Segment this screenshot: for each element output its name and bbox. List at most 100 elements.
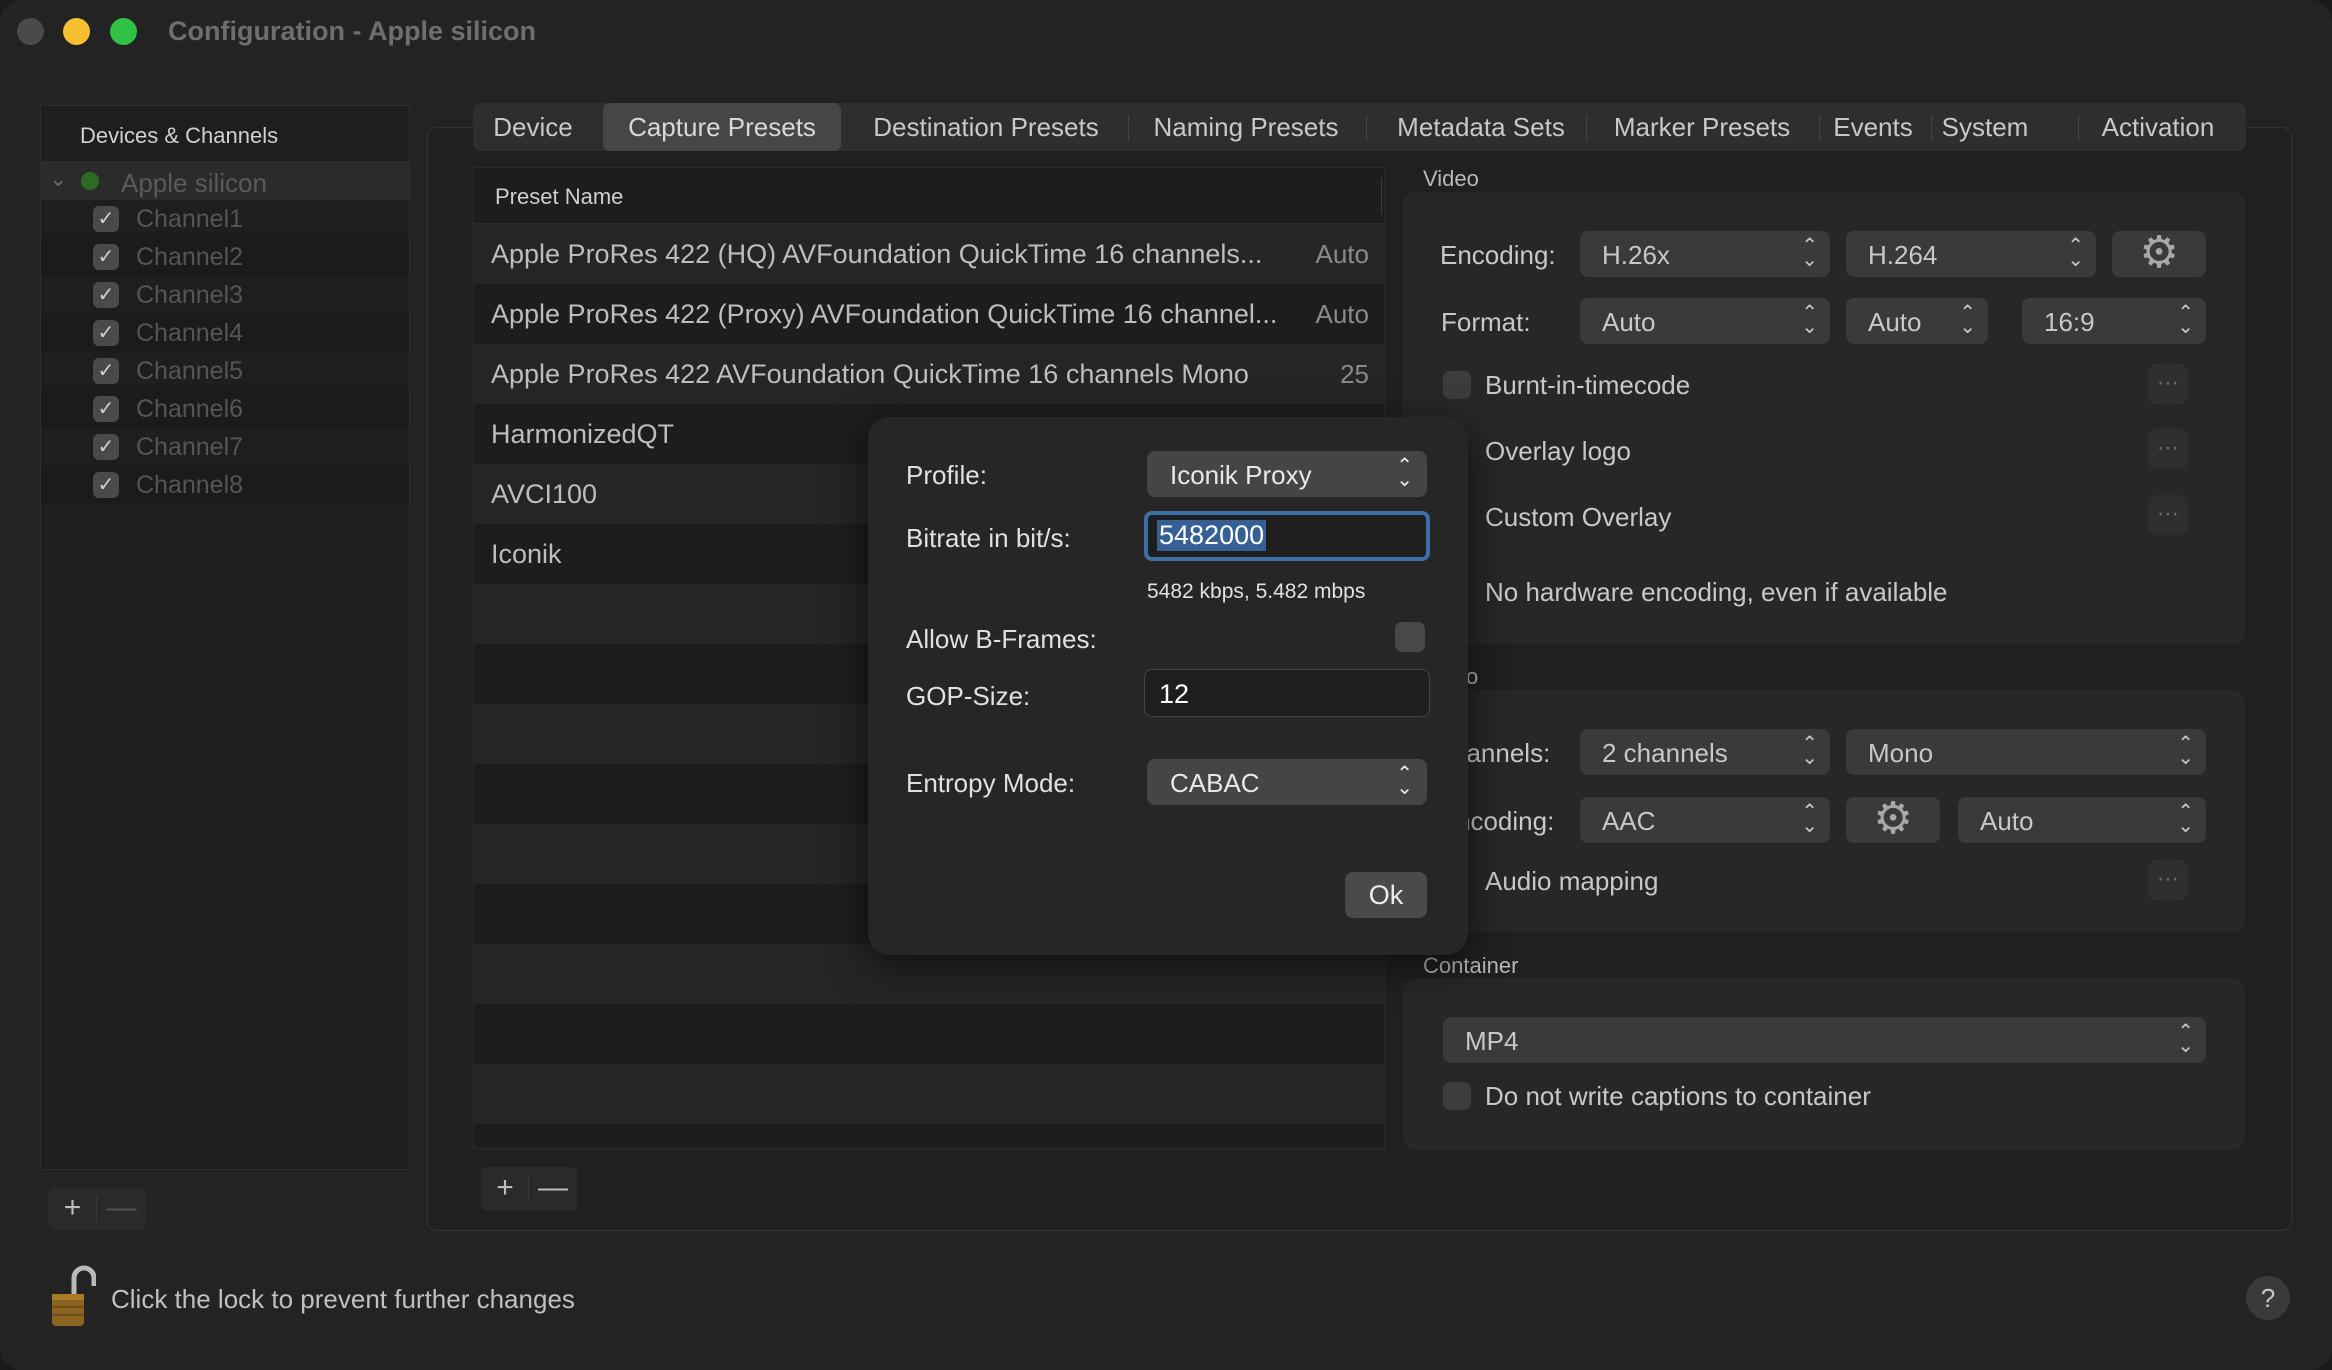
tab-events[interactable]: Events xyxy=(1823,103,1923,151)
divider xyxy=(1366,115,1367,141)
preset-name: Apple ProRes 422 (Proxy) AVFoundation Qu… xyxy=(491,299,1278,329)
more-options-icon[interactable]: ⋯ xyxy=(2148,860,2188,900)
channel-checkbox[interactable]: ✓ xyxy=(93,282,119,308)
preset-value: Auto xyxy=(1315,299,1370,329)
no-captions-label: Do not write captions to container xyxy=(1485,1081,1871,1111)
table-row[interactable]: Apple ProRes 422 (Proxy) AVFoundation Qu… xyxy=(474,284,1386,344)
audio-channel-mode-popup[interactable]: Mono ⌃ ⌄ xyxy=(1846,729,2206,775)
popup-value: Iconik Proxy xyxy=(1170,460,1312,490)
audio-encoding-label: ncoding: xyxy=(1456,806,1555,836)
custom-overlay-label: Custom Overlay xyxy=(1485,502,1672,532)
minimize-window-button[interactable] xyxy=(63,18,90,45)
gear-icon[interactable]: ⚙ xyxy=(1846,797,1940,843)
help-button[interactable]: ? xyxy=(2246,1276,2290,1320)
popup-arrows-icon: ⌃ ⌄ xyxy=(1801,733,1818,769)
entropy-mode-popup[interactable]: CABAC ⌃ ⌄ xyxy=(1147,759,1427,805)
gear-icon[interactable]: ⚙ xyxy=(2112,231,2206,277)
popup-arrows-icon: ⌃ ⌄ xyxy=(2177,1021,2194,1057)
device-status-dot-icon xyxy=(81,172,99,190)
video-format-popup-1[interactable]: Auto ⌃ ⌄ xyxy=(1580,298,1830,344)
popup-value: CABAC xyxy=(1170,768,1260,798)
entropy-mode-label: Entropy Mode: xyxy=(906,768,1076,798)
sidebar-device-row[interactable]: ⌄ Apple silicon xyxy=(41,162,409,200)
device-label: Apple silicon xyxy=(121,168,267,198)
add-preset-button[interactable]: + xyxy=(481,1167,529,1211)
bitrate-hint: 5482 kbps, 5.482 mbps xyxy=(1147,580,1366,603)
burnt-in-timecode-checkbox[interactable] xyxy=(1443,371,1471,399)
more-options-icon[interactable]: ⋯ xyxy=(2148,364,2188,404)
divider xyxy=(2078,115,2079,141)
sidebar-channel-row[interactable]: ✓ Channel6 xyxy=(41,390,409,428)
popup-value: MP4 xyxy=(1465,1026,1519,1056)
tab-device[interactable]: Device xyxy=(473,103,593,151)
ok-button[interactable]: Ok xyxy=(1345,872,1427,918)
container-format-popup[interactable]: MP4 ⌃ ⌄ xyxy=(1443,1017,2206,1063)
chevron-down-icon[interactable]: ⌄ xyxy=(49,166,67,192)
remove-preset-button[interactable]: — xyxy=(529,1167,577,1211)
more-options-icon[interactable]: ⋯ xyxy=(2148,429,2188,469)
channel-checkbox[interactable]: ✓ xyxy=(93,244,119,270)
channel-checkbox[interactable]: ✓ xyxy=(93,396,119,422)
no-captions-checkbox[interactable] xyxy=(1443,1082,1471,1110)
profile-popup[interactable]: Iconik Proxy ⌃ ⌄ xyxy=(1147,451,1427,497)
popup-value: AAC xyxy=(1602,806,1656,836)
audio-encoding-popup[interactable]: AAC ⌃ ⌄ xyxy=(1580,797,1830,843)
add-device-button[interactable]: + xyxy=(48,1188,97,1230)
channel-checkbox[interactable]: ✓ xyxy=(93,320,119,346)
video-aspect-popup[interactable]: 16:9 ⌃ ⌄ xyxy=(2022,298,2206,344)
divider xyxy=(1128,115,1129,141)
remove-device-button[interactable]: — xyxy=(97,1188,146,1230)
sidebar-channel-row[interactable]: ✓ Channel8 xyxy=(41,466,409,504)
zoom-window-button[interactable] xyxy=(110,18,137,45)
tab-capture-presets[interactable]: Capture Presets xyxy=(603,103,841,151)
popup-arrows-icon: ⌃ ⌄ xyxy=(2177,733,2194,769)
sidebar-channel-row[interactable]: ✓ Channel7 xyxy=(41,428,409,466)
table-row[interactable]: Apple ProRes 422 (HQ) AVFoundation Quick… xyxy=(474,224,1386,284)
video-format-label: Format: xyxy=(1441,307,1531,337)
popup-value: Auto xyxy=(1602,307,1656,337)
channel-checkbox[interactable]: ✓ xyxy=(93,434,119,460)
close-window-button[interactable] xyxy=(17,18,44,45)
tab-system[interactable]: System xyxy=(1935,103,2035,151)
column-header-preset-name[interactable]: Preset Name xyxy=(495,184,623,210)
tab-metadata-sets[interactable]: Metadata Sets xyxy=(1371,103,1591,151)
bframes-checkbox[interactable] xyxy=(1395,622,1425,652)
sidebar-channel-row[interactable]: ✓ Channel2 xyxy=(41,238,409,276)
sidebar-channel-row[interactable]: ✓ Channel5 xyxy=(41,352,409,390)
audio-channels-popup[interactable]: 2 channels ⌃ ⌄ xyxy=(1580,729,1830,775)
table-row[interactable]: Apple ProRes 422 AVFoundation QuickTime … xyxy=(474,344,1386,404)
channel-checkbox[interactable]: ✓ xyxy=(93,206,119,232)
lock-status-text: Click the lock to prevent further change… xyxy=(111,1284,575,1314)
video-codec-popup[interactable]: H.264 ⌃ ⌄ xyxy=(1846,231,2096,277)
window-title: Configuration - Apple silicon xyxy=(168,16,536,46)
video-encoding-family-popup[interactable]: H.26x ⌃ ⌄ xyxy=(1580,231,1830,277)
popup-arrows-icon: ⌃ ⌄ xyxy=(2067,235,2084,271)
bitrate-input[interactable]: 5482000 xyxy=(1144,511,1430,561)
sidebar-channel-row[interactable]: ✓ Channel4 xyxy=(41,314,409,352)
tab-naming-presets[interactable]: Naming Presets xyxy=(1133,103,1359,151)
channel-label: Channel5 xyxy=(136,357,244,385)
sidebar-add-remove: + — xyxy=(48,1188,146,1230)
tab-marker-presets[interactable]: Marker Presets xyxy=(1591,103,1813,151)
empty-row xyxy=(474,1064,1386,1124)
lock-icon[interactable] xyxy=(50,1264,96,1328)
more-options-icon[interactable]: ⋯ xyxy=(2148,495,2188,535)
channel-label: Channel3 xyxy=(136,281,244,309)
gop-size-input[interactable]: 12 xyxy=(1144,669,1430,717)
tab-bar: Device Capture Presets Destination Prese… xyxy=(473,103,2246,151)
video-encoding-label: Encoding: xyxy=(1440,240,1556,270)
video-format-popup-2[interactable]: Auto ⌃ ⌄ xyxy=(1846,298,1988,344)
popup-arrows-icon: ⌃ ⌄ xyxy=(1801,801,1818,837)
channel-checkbox[interactable]: ✓ xyxy=(93,358,119,384)
sidebar-channel-row[interactable]: ✓ Channel1 xyxy=(41,200,409,238)
channel-label: Channel2 xyxy=(136,243,244,271)
container-group xyxy=(1403,978,2245,1150)
tab-activation[interactable]: Activation xyxy=(2083,103,2233,151)
audio-rate-popup[interactable]: Auto ⌃ ⌄ xyxy=(1958,797,2206,843)
audio-mapping-label: Audio mapping xyxy=(1485,866,1659,896)
tab-destination-presets[interactable]: Destination Presets xyxy=(851,103,1121,151)
channel-checkbox[interactable]: ✓ xyxy=(93,472,119,498)
profile-label: Profile: xyxy=(906,460,987,490)
sidebar-channel-row[interactable]: ✓ Channel3 xyxy=(41,276,409,314)
popup-arrows-icon: ⌃ ⌄ xyxy=(1396,455,1413,491)
